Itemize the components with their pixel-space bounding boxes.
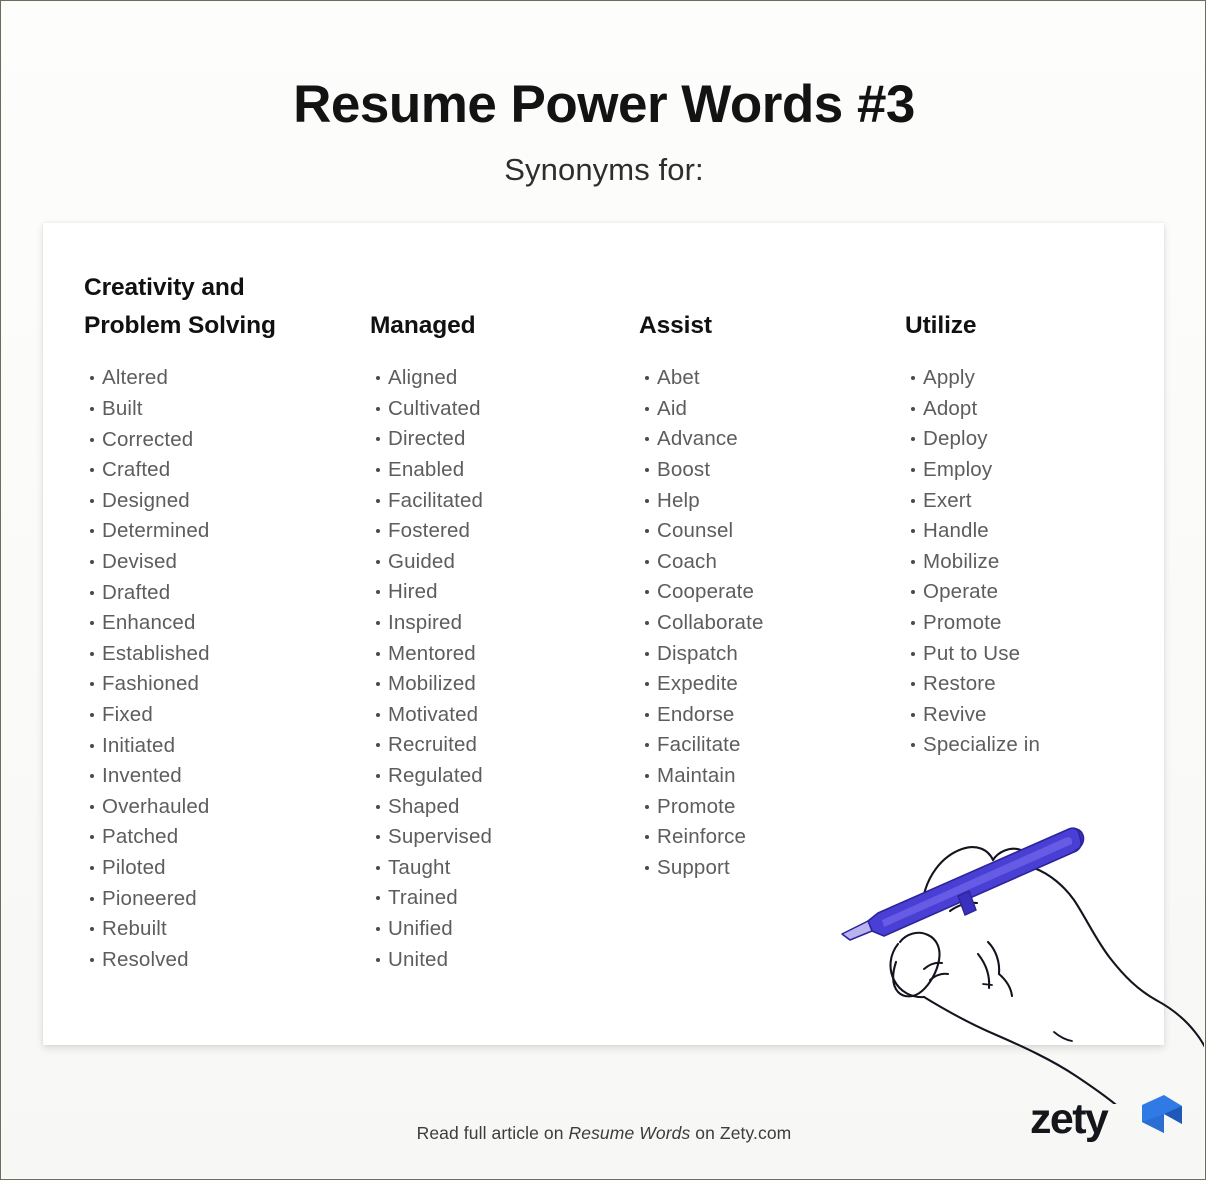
list-item: Expedite: [645, 669, 889, 700]
word-column-managed: Managed Aligned Cultivated Directed Enab…: [370, 269, 620, 975]
list-item: Pioneered: [90, 884, 354, 915]
word-list: Aligned Cultivated Directed Enabled Faci…: [370, 363, 620, 975]
list-item: Directed: [376, 424, 620, 455]
list-item: Drafted: [90, 578, 354, 609]
list-item: Aligned: [376, 363, 620, 394]
list-item: Initiated: [90, 731, 354, 762]
column-heading: Assist: [639, 312, 712, 339]
list-item: Rebuilt: [90, 914, 354, 945]
list-item: Built: [90, 394, 354, 425]
word-column-utilize: Utilize Apply Adopt Deploy Employ Exert …: [905, 269, 1155, 761]
list-item: Support: [645, 853, 889, 884]
list-item: Help: [645, 486, 889, 517]
list-item: Adopt: [911, 394, 1155, 425]
list-item: Boost: [645, 455, 889, 486]
list-item: Regulated: [376, 761, 620, 792]
list-item: Exert: [911, 486, 1155, 517]
list-item: Taught: [376, 853, 620, 884]
list-item: Fostered: [376, 516, 620, 547]
page-subtitle: Synonyms for:: [504, 152, 704, 187]
list-item: Collaborate: [645, 608, 889, 639]
list-item: Mobilize: [911, 547, 1155, 578]
list-item: Guided: [376, 547, 620, 578]
footer-article-title: Resume Words: [568, 1123, 691, 1143]
list-item: Resolved: [90, 945, 354, 976]
list-item: United: [376, 945, 620, 976]
list-item: Aid: [645, 394, 889, 425]
word-list: Apply Adopt Deploy Employ Exert Handle M…: [905, 363, 1155, 761]
list-item: Facilitate: [645, 730, 889, 761]
list-item: Handle: [911, 516, 1155, 547]
list-item: Endorse: [645, 700, 889, 731]
list-item: Devised: [90, 547, 354, 578]
list-item: Cultivated: [376, 394, 620, 425]
list-item: Dispatch: [645, 639, 889, 670]
list-item: Employ: [911, 455, 1155, 486]
list-item: Trained: [376, 883, 620, 914]
zety-arrow-mark-icon: [1142, 1095, 1182, 1133]
list-item: Inspired: [376, 608, 620, 639]
list-item: Fixed: [90, 700, 354, 731]
footer-note: Read full article on Resume Words on Zet…: [2, 1123, 1204, 1144]
list-item: Counsel: [645, 516, 889, 547]
list-item: Advance: [645, 424, 889, 455]
infographic-canvas: Resume Power Words #3 Synonyms for: Crea…: [2, 2, 1204, 1178]
list-item: Maintain: [645, 761, 889, 792]
list-item: Apply: [911, 363, 1155, 394]
list-item: Unified: [376, 914, 620, 945]
list-item: Restore: [911, 669, 1155, 700]
list-item: Facilitated: [376, 486, 620, 517]
list-item: Determined: [90, 516, 354, 547]
list-item: Abet: [645, 363, 889, 394]
footer-text-after: on Zety.com: [690, 1123, 792, 1143]
list-item: Recruited: [376, 730, 620, 761]
list-item: Operate: [911, 577, 1155, 608]
list-item: Put to Use: [911, 639, 1155, 670]
list-item: Corrected: [90, 425, 354, 456]
list-item: Patched: [90, 822, 354, 853]
list-item: Piloted: [90, 853, 354, 884]
word-list-card: Creativity and Problem Solving Altered B…: [43, 223, 1164, 1045]
list-item: Designed: [90, 486, 354, 517]
list-item: Hired: [376, 577, 620, 608]
list-item: Overhauled: [90, 792, 354, 823]
list-item: Cooperate: [645, 577, 889, 608]
footer-text-before: Read full article on: [416, 1123, 569, 1143]
column-heading: Creativity and Problem Solving: [84, 274, 276, 340]
infographic-page: Resume Power Words #3 Synonyms for: Crea…: [0, 0, 1206, 1180]
column-heading: Managed: [370, 312, 476, 339]
list-item: Promote: [911, 608, 1155, 639]
list-item: Altered: [90, 363, 354, 394]
list-item: Established: [90, 639, 354, 670]
list-item: Fashioned: [90, 669, 354, 700]
list-item: Supervised: [376, 822, 620, 853]
word-columns: Creativity and Problem Solving Altered B…: [43, 223, 1164, 1045]
list-item: Deploy: [911, 424, 1155, 455]
zety-logo[interactable]: zety: [1030, 1095, 1190, 1154]
list-item: Enabled: [376, 455, 620, 486]
list-item: Revive: [911, 700, 1155, 731]
list-item: Enhanced: [90, 608, 354, 639]
list-item: Mobilized: [376, 669, 620, 700]
column-heading: Utilize: [905, 312, 977, 339]
word-column-creativity-and-problem-solving: Creativity and Problem Solving Altered B…: [84, 269, 354, 975]
list-item: Promote: [645, 792, 889, 823]
list-item: Reinforce: [645, 822, 889, 853]
word-list: Altered Built Corrected Crafted Designed…: [84, 363, 354, 975]
list-item: Mentored: [376, 639, 620, 670]
list-item: Crafted: [90, 455, 354, 486]
list-item: Motivated: [376, 700, 620, 731]
list-item: Invented: [90, 761, 354, 792]
list-item: Shaped: [376, 792, 620, 823]
list-item: Coach: [645, 547, 889, 578]
page-title: Resume Power Words #3: [293, 75, 915, 134]
list-item: Specialize in: [911, 730, 1155, 761]
word-list: Abet Aid Advance Boost Help Counsel Coac…: [639, 363, 889, 883]
zety-wordmark: zety: [1030, 1095, 1109, 1143]
word-column-assist: Assist Abet Aid Advance Boost Help Couns…: [639, 269, 889, 883]
